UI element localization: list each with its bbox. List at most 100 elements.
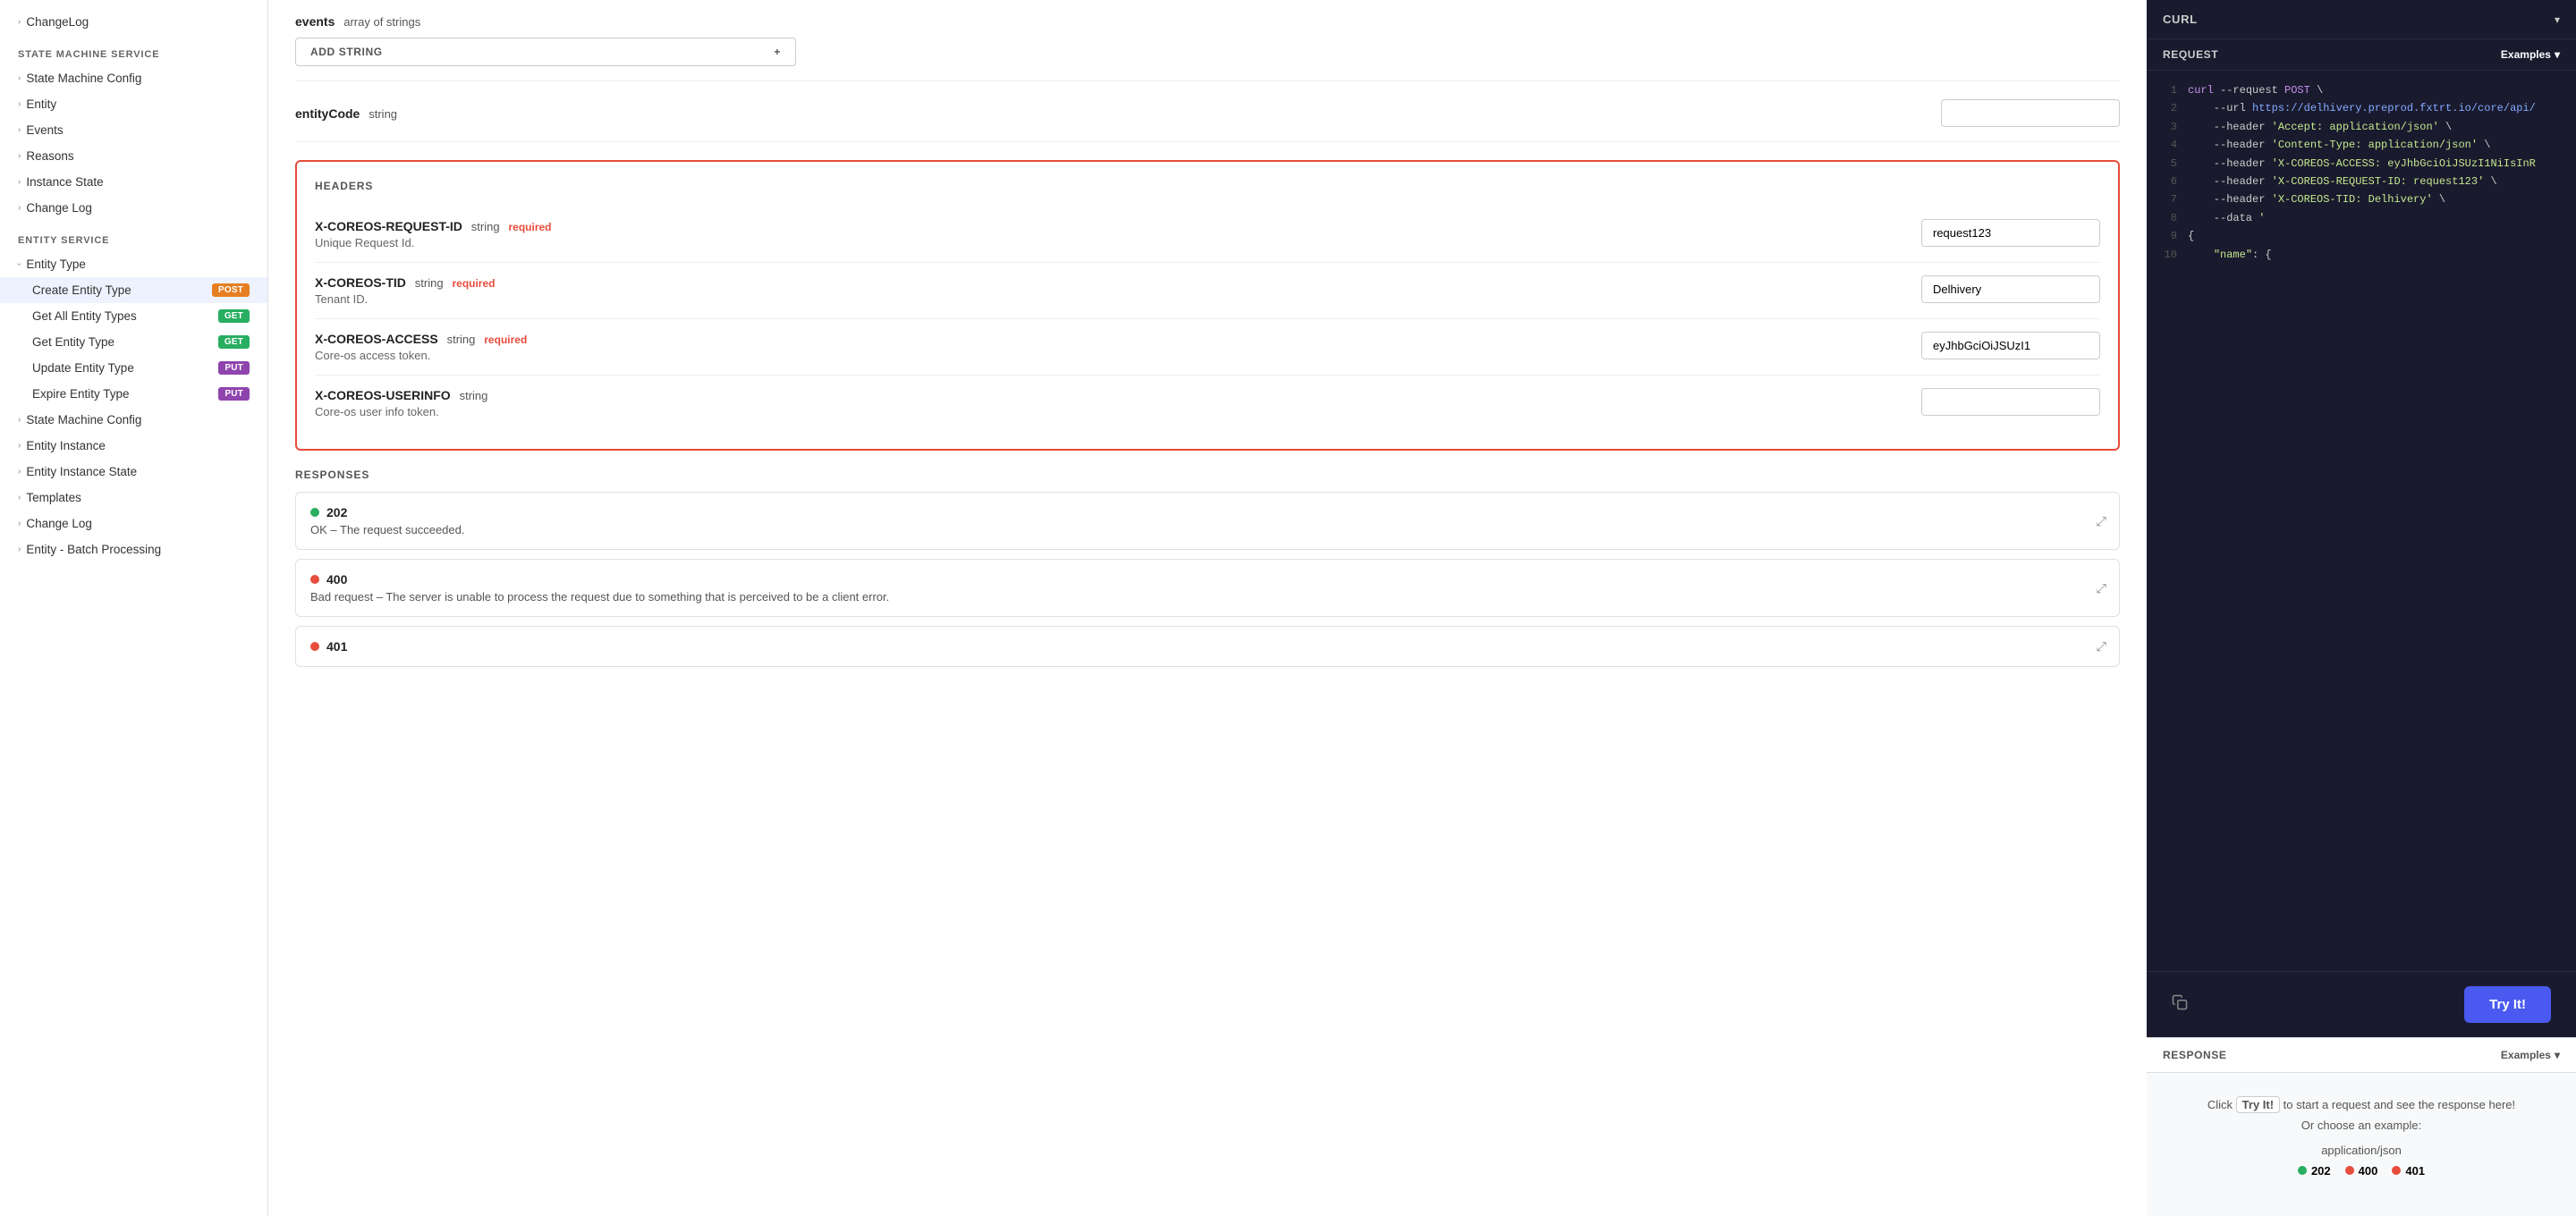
code-line-8: 8 --data '	[2163, 209, 2560, 227]
sidebar-subitem-update-entity-type[interactable]: Update Entity Type PUT	[0, 355, 267, 381]
sidebar-subitem-get-all-entity-types[interactable]: Get All Entity Types GET	[0, 303, 267, 329]
sidebar-item-events[interactable]: › Events	[0, 117, 267, 143]
header-input-userinfo[interactable]	[1921, 388, 2100, 416]
code-line-6: 6 --header 'X-COREOS-REQUEST-ID: request…	[2163, 173, 2560, 190]
resp-code-202[interactable]: 202	[2298, 1164, 2331, 1178]
header-row-access: X-COREOS-ACCESS string required Core-os …	[315, 319, 2100, 376]
sidebar-item-change-log[interactable]: › Change Log	[0, 195, 267, 221]
try-it-button[interactable]: Try It!	[2464, 986, 2551, 1023]
entity-code-field: entityCode string	[295, 81, 2120, 142]
header-name-access: X-COREOS-ACCESS	[315, 332, 438, 346]
add-string-button[interactable]: ADD STRING +	[295, 38, 796, 66]
examples-chevron-icon: ▾	[2555, 48, 2560, 61]
sidebar-item-change-log-2[interactable]: › Change Log	[0, 511, 267, 536]
curl-header: CURL ▾	[2147, 0, 2576, 39]
events-label: events	[295, 14, 335, 29]
response-panel-body: Click Try It! to start a request and see…	[2147, 1073, 2576, 1216]
expand-icon-401: ⤢	[2097, 639, 2106, 654]
badge-put-expire: PUT	[218, 387, 250, 401]
badge-post: POST	[212, 283, 250, 297]
status-code-400: 400	[326, 572, 347, 587]
status-desc-400: Bad request – The server is unable to pr…	[310, 590, 2105, 604]
header-row-request-id: X-COREOS-REQUEST-ID string required Uniq…	[315, 207, 2100, 263]
header-type-request-id: string	[471, 220, 500, 233]
header-row-tid: X-COREOS-TID string required Tenant ID.	[315, 263, 2100, 319]
sidebar-item-reasons[interactable]: › Reasons	[0, 143, 267, 169]
sidebar-item-entity-type[interactable]: › Entity Type	[0, 251, 267, 277]
sidebar-item-changelog[interactable]: › ChangeLog	[0, 9, 267, 35]
response-panel-header: RESPONSE Examples ▾	[2147, 1038, 2576, 1073]
sidebar-item-label: ChangeLog	[26, 15, 89, 29]
response-hint: Click Try It! to start a request and see…	[2163, 1094, 2560, 1136]
sidebar-item-templates[interactable]: › Templates	[0, 485, 267, 511]
curl-section: CURL ▾ REQUEST Examples ▾ 1 curl --reque…	[2147, 0, 2576, 1037]
response-content-type: application/json	[2163, 1144, 2560, 1157]
sidebar-item-state-machine-config[interactable]: › State Machine Config	[0, 65, 267, 91]
code-line-5: 5 --header 'X-COREOS-ACCESS: eyJhbGciOiJ…	[2163, 155, 2560, 173]
add-icon: +	[774, 46, 781, 58]
curl-chevron-icon: ▾	[2555, 13, 2560, 26]
sidebar-item-entity[interactable]: › Entity	[0, 91, 267, 117]
try-it-inline-label: Try It!	[2236, 1096, 2280, 1113]
resp-code-400[interactable]: 400	[2345, 1164, 2378, 1178]
sidebar-item-entity-instance-state[interactable]: › Entity Instance State	[0, 459, 267, 485]
resp-dot-401	[2392, 1166, 2401, 1175]
sidebar-item-entity-batch[interactable]: › Entity - Batch Processing	[0, 536, 267, 562]
sidebar-item-instance-state[interactable]: › Instance State	[0, 169, 267, 195]
response-examples-button[interactable]: Examples ▾	[2501, 1049, 2560, 1061]
right-panel: CURL ▾ REQUEST Examples ▾ 1 curl --reque…	[2147, 0, 2576, 1216]
header-name-tid: X-COREOS-TID	[315, 275, 406, 290]
header-desc-request-id: Unique Request Id.	[315, 236, 1903, 249]
entity-code-type: string	[369, 107, 397, 121]
sidebar-item-entity-instance[interactable]: › Entity Instance	[0, 433, 267, 459]
header-type-userinfo: string	[460, 389, 488, 402]
events-type: array of strings	[343, 15, 420, 29]
entity-code-label: entityCode	[295, 106, 360, 121]
response-panel: RESPONSE Examples ▾ Click Try It! to sta…	[2147, 1037, 2576, 1216]
copy-button[interactable]	[2156, 985, 2204, 1024]
request-label: REQUEST	[2163, 48, 2218, 61]
badge-get: GET	[218, 335, 250, 349]
code-line-2: 2 --url https://delhivery.preprod.fxtrt.…	[2163, 99, 2560, 117]
header-name-request-id: X-COREOS-REQUEST-ID	[315, 219, 462, 233]
badge-put-update: PUT	[218, 361, 250, 375]
status-desc-202: OK – The request succeeded.	[310, 523, 2105, 536]
header-type-access: string	[447, 333, 476, 346]
sidebar-item-state-machine-config-2[interactable]: › State Machine Config	[0, 407, 267, 433]
sidebar: › ChangeLog STATE MACHINE SERVICE › Stat…	[0, 0, 268, 1216]
header-type-tid: string	[415, 276, 444, 290]
expand-icon-202: ⤢	[2097, 513, 2106, 528]
sidebar-section-entity-service: ENTITY SERVICE	[0, 221, 267, 251]
sidebar-subitem-get-entity-type[interactable]: Get Entity Type GET	[0, 329, 267, 355]
header-input-access[interactable]	[1921, 332, 2100, 359]
response-card-401[interactable]: 401 ⤢	[295, 626, 2120, 667]
headers-section: HEADERS X-COREOS-REQUEST-ID string requi…	[295, 160, 2120, 451]
request-header: REQUEST Examples ▾	[2147, 39, 2576, 71]
resp-code-401[interactable]: 401	[2392, 1164, 2425, 1178]
required-badge-access: required	[484, 334, 527, 346]
chevron-icon: ›	[18, 17, 21, 27]
sidebar-subitem-expire-entity-type[interactable]: Expire Entity Type PUT	[0, 381, 267, 407]
code-line-1: 1 curl --request POST \	[2163, 81, 2560, 99]
examples-button[interactable]: Examples ▾	[2501, 48, 2560, 61]
header-input-request-id[interactable]	[1921, 219, 2100, 247]
status-code-401: 401	[326, 639, 347, 654]
response-panel-title: RESPONSE	[2163, 1049, 2227, 1061]
events-field: events array of strings ADD STRING +	[295, 0, 2120, 81]
response-card-202[interactable]: 202 OK – The request succeeded. ⤢	[295, 492, 2120, 550]
curl-title: CURL	[2163, 13, 2198, 26]
code-line-3: 3 --header 'Accept: application/json' \	[2163, 118, 2560, 136]
status-code-202: 202	[326, 505, 347, 519]
header-desc-userinfo: Core-os user info token.	[315, 405, 1903, 418]
responses-title: RESPONSES	[295, 469, 2120, 481]
sidebar-subitem-create-entity-type[interactable]: Create Entity Type POST	[0, 277, 267, 303]
required-badge-request-id: required	[508, 221, 551, 233]
entity-code-input[interactable]	[1941, 99, 2120, 127]
header-row-userinfo: X-COREOS-USERINFO string Core-os user in…	[315, 376, 2100, 431]
response-card-400[interactable]: 400 Bad request – The server is unable t…	[295, 559, 2120, 617]
code-line-4: 4 --header 'Content-Type: application/js…	[2163, 136, 2560, 154]
header-name-userinfo: X-COREOS-USERINFO	[315, 388, 451, 402]
main-content: events array of strings ADD STRING + ent…	[268, 0, 2147, 1216]
code-line-9: 9 {	[2163, 227, 2560, 245]
header-input-tid[interactable]	[1921, 275, 2100, 303]
